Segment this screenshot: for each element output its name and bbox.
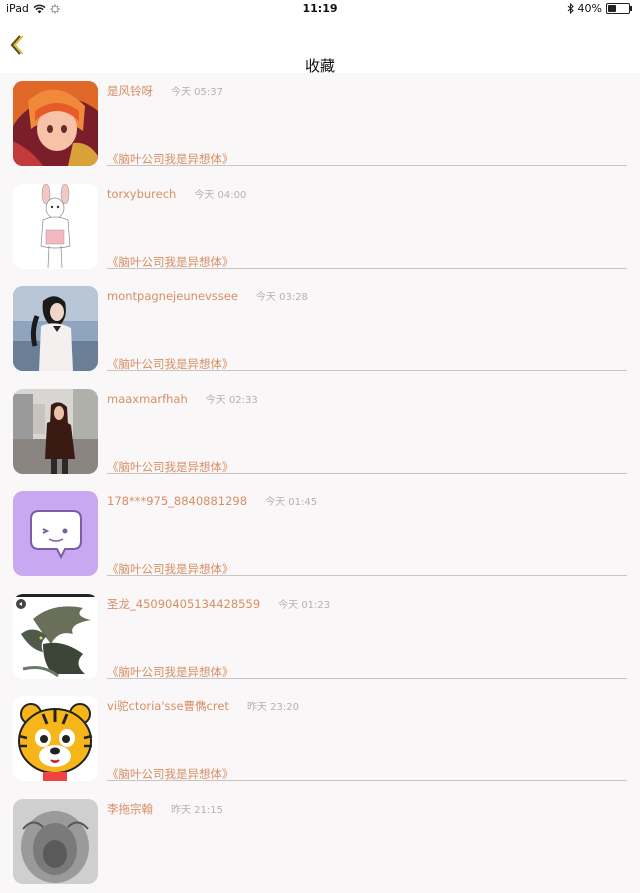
timestamp: 今天 03:28: [256, 292, 308, 303]
avatar[interactable]: [13, 389, 98, 474]
divider: [107, 678, 627, 679]
battery-percent: 40%: [578, 2, 602, 15]
battery-nub: [630, 6, 632, 11]
user-name[interactable]: vi驼ctoria'sse曹儁cret: [107, 699, 229, 713]
status-bar: iPad 11:19 40%: [0, 0, 640, 17]
avatar[interactable]: [13, 696, 98, 781]
tiger-cartoon-avatar-image: [13, 696, 98, 781]
anime-girl-avatar-image: [13, 81, 98, 166]
avatar[interactable]: [13, 491, 98, 576]
timestamp: 今天 02:33: [206, 395, 258, 406]
list-item-3[interactable]: montpagnejeunevssee今天 03:28 《脑叶公司我是异想体》: [0, 278, 640, 381]
timestamp: 今天 04:00: [194, 190, 246, 201]
avatar[interactable]: [13, 184, 98, 269]
user-name[interactable]: 圣龙_45090405134428559: [107, 597, 260, 611]
battery-level: [608, 5, 616, 12]
favorites-list: 是风铃呀今天 05:37 《脑叶公司我是异想体》 torxyburech今天 0…: [0, 73, 640, 893]
timestamp: 今天 01:45: [265, 497, 317, 508]
divider: [107, 370, 627, 371]
street-photo-avatar-image: [13, 389, 98, 474]
avatar[interactable]: [13, 81, 98, 166]
list-item-4[interactable]: maaxmarfhah今天 02:33 《脑叶公司我是异想体》: [0, 381, 640, 484]
user-name[interactable]: 李拖宗翰: [107, 802, 153, 816]
divider: [107, 473, 627, 474]
status-right: 40%: [567, 2, 630, 15]
user-name[interactable]: montpagnejeunevssee: [107, 289, 238, 303]
divider: [107, 780, 627, 781]
user-name[interactable]: 是风铃呀: [107, 84, 153, 98]
list-item-1[interactable]: 是风铃呀今天 05:37 《脑叶公司我是异想体》: [0, 73, 640, 176]
list-item-8[interactable]: 李拖宗翰 昨天 21:15: [0, 791, 640, 893]
rabbit-sketch-avatar-image: [13, 184, 98, 269]
navigation-bar: 收藏: [0, 17, 640, 73]
status-time: 11:19: [0, 2, 640, 15]
list-item-7[interactable]: vi驼ctoria'sse曹儁cret昨天 23:20 《脑叶公司我是异想体》: [0, 688, 640, 791]
timestamp: 今天 05:37: [171, 87, 223, 98]
chat-bubble-avatar-image: [13, 491, 98, 576]
avatar[interactable]: [13, 799, 98, 884]
list-item-5[interactable]: 178***975_8840881298今天 01:45 《脑叶公司我是异想体》: [0, 483, 640, 586]
timestamp: 今天 01:23: [278, 600, 330, 611]
timestamp: 昨天 23:20: [247, 702, 299, 713]
lion-sketch-avatar-image: [13, 799, 98, 884]
user-name[interactable]: 178***975_8840881298: [107, 494, 247, 508]
list-item-2[interactable]: torxyburech今天 04:00 《脑叶公司我是异想体》: [0, 176, 640, 279]
bluetooth-icon: [567, 3, 574, 14]
divider: [107, 165, 627, 166]
dragon-avatar-image: [13, 594, 98, 679]
user-name[interactable]: torxyburech: [107, 187, 176, 201]
timestamp: 昨天 21:15: [171, 805, 223, 816]
battery-icon: [606, 3, 630, 14]
divider: [107, 575, 627, 576]
girl-photo-avatar-image: [13, 286, 98, 371]
divider: [107, 268, 627, 269]
avatar[interactable]: [13, 286, 98, 371]
avatar[interactable]: [13, 594, 98, 679]
user-name[interactable]: maaxmarfhah: [107, 392, 188, 406]
list-item-6[interactable]: 圣龙_45090405134428559今天 01:23 《脑叶公司我是异想体》: [0, 586, 640, 689]
